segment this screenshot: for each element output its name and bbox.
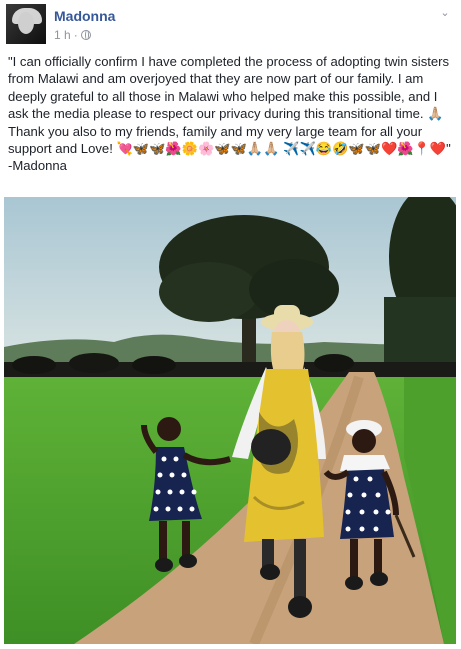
post-meta: 1 h · <box>54 28 91 42</box>
globe-icon <box>80 30 91 40</box>
post-text: "I can officially confirm I have complet… <box>8 54 455 174</box>
meta-separator: · <box>73 28 78 42</box>
post-photo[interactable] <box>4 197 456 644</box>
avatar[interactable] <box>6 4 46 44</box>
facebook-post: Madonna 1 h · ⌄ "I can officially confir… <box>0 0 461 649</box>
chevron-down-icon[interactable]: ⌄ <box>438 8 452 19</box>
post-header: Madonna 1 h · ⌄ <box>6 4 456 48</box>
photo-illustration <box>4 197 456 644</box>
avatar-face <box>18 12 34 34</box>
timestamp[interactable]: 1 h <box>54 28 71 42</box>
author-name[interactable]: Madonna <box>54 8 115 24</box>
